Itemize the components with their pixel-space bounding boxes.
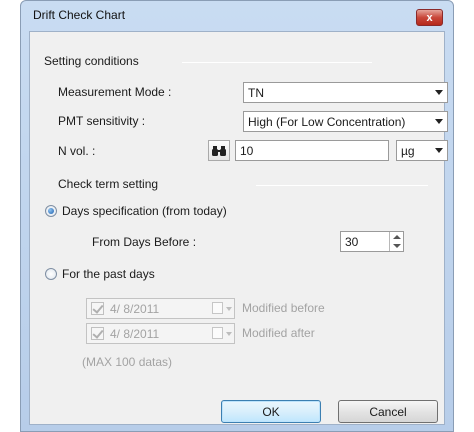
date-after-picker[interactable]: 4/ 8/2011 — [86, 323, 235, 344]
from-days-value: 30 — [345, 234, 359, 249]
spin-up-icon — [393, 235, 401, 239]
dialog-body: Setting conditions Measurement Mode : TN… — [29, 31, 448, 425]
chevron-down-icon — [435, 119, 443, 124]
title-bar[interactable]: Drift Check Chart x — [21, 1, 453, 31]
date-after-checkbox[interactable] — [91, 327, 104, 340]
spin-down-icon — [393, 244, 401, 248]
pmt-sensitivity-label: PMT sensitivity : — [58, 114, 146, 128]
measurement-mode-value: TN — [248, 85, 264, 100]
past-days-radio[interactable] — [45, 268, 57, 280]
search-button[interactable] — [208, 140, 230, 161]
calendar-dropdown-icon[interactable] — [212, 327, 232, 341]
days-spec-radio[interactable] — [45, 205, 57, 217]
measurement-mode-select[interactable]: TN — [243, 82, 448, 103]
past-days-label[interactable]: For the past days — [62, 267, 155, 281]
close-button[interactable]: x — [416, 9, 443, 26]
setting-conditions-label: Setting conditions — [44, 54, 139, 68]
date-before-picker[interactable]: 4/ 8/2011 — [86, 298, 235, 319]
dialog-window: Drift Check Chart x Setting conditions M… — [20, 0, 454, 432]
date-after-value: 4/ 8/2011 — [110, 326, 160, 341]
cancel-button[interactable]: Cancel — [338, 400, 438, 423]
n-vol-input[interactable]: 10 — [235, 140, 389, 161]
n-vol-label: N vol. : — [58, 144, 96, 158]
close-icon: x — [426, 11, 433, 24]
from-days-input[interactable]: 30 — [340, 231, 404, 252]
unit-select[interactable]: µg — [396, 140, 448, 161]
ok-button[interactable]: OK — [221, 400, 321, 423]
days-spec-label[interactable]: Days specification (from today) — [62, 204, 227, 218]
date-before-checkbox[interactable] — [91, 302, 104, 315]
from-days-spinner[interactable] — [389, 232, 403, 251]
date-before-label: Modified before — [242, 301, 325, 315]
date-before-value: 4/ 8/2011 — [110, 301, 160, 316]
pmt-sensitivity-value: High (For Low Concentration) — [248, 114, 406, 129]
binoculars-icon — [212, 145, 226, 156]
window-title: Drift Check Chart — [33, 8, 126, 22]
chevron-down-icon — [435, 90, 443, 95]
measurement-mode-label: Measurement Mode : — [58, 85, 172, 99]
check-term-label: Check term setting — [58, 177, 159, 191]
calendar-dropdown-icon[interactable] — [212, 302, 232, 316]
max-data-note: (MAX 100 datas) — [82, 355, 173, 369]
pmt-sensitivity-select[interactable]: High (For Low Concentration) — [243, 111, 448, 132]
cancel-button-label: Cancel — [369, 404, 407, 419]
group-divider — [182, 62, 372, 63]
from-days-label: From Days Before : — [92, 235, 197, 249]
n-vol-value: 10 — [240, 143, 254, 158]
ok-button-label: OK — [262, 404, 280, 419]
group-divider — [256, 185, 428, 186]
unit-value: µg — [401, 143, 415, 158]
chevron-down-icon — [435, 148, 443, 153]
date-after-label: Modified after — [242, 326, 315, 340]
